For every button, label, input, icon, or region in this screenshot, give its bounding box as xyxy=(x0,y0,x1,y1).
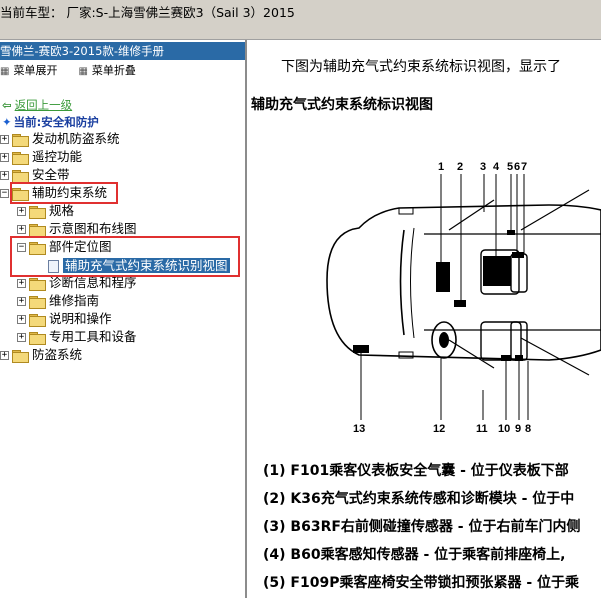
tree-item-label: 发动机防盗系统 xyxy=(32,131,120,146)
driver-belt-pretensioner xyxy=(515,355,523,361)
content-panel: 下图为辅助充气式约束系统标识视图，显示了 辅助充气式约束系统标识视图 1 2 3… xyxy=(249,40,601,598)
folder-icon xyxy=(12,151,29,165)
tree-item-label: 规格 xyxy=(49,203,75,218)
tree-item-label: 说明和操作 xyxy=(49,311,112,326)
driver-seat xyxy=(480,321,522,361)
seatbelt-buckle xyxy=(512,252,524,258)
folder-icon xyxy=(29,277,46,291)
folder-icon xyxy=(29,205,46,219)
tree-item-description-operation[interactable]: + 说明和操作 xyxy=(17,310,112,328)
back-link-label: 返回上一级 xyxy=(14,98,73,112)
mirror xyxy=(398,207,414,215)
callout-3: 3 xyxy=(480,161,486,173)
callout-1: 1 xyxy=(438,161,444,173)
location-pin-icon: ✦ xyxy=(2,115,12,129)
vehicle-title: 当前车型： 厂家:S-上海雪佛兰赛欧3（Sail 3）2015 xyxy=(0,5,295,20)
tree-item-label: 诊断信息和程序 xyxy=(49,275,137,290)
tree-item-remote-functions[interactable]: + 遥控功能 xyxy=(0,148,82,166)
tree-item-label: 遥控功能 xyxy=(32,149,83,164)
back-arrow-icon: ⇦ xyxy=(2,98,12,112)
current-section-label: 当前:安全和防护 xyxy=(13,115,99,129)
callout-2: 2 xyxy=(457,161,463,173)
callout-5: 5 xyxy=(507,161,513,173)
car-body-outline xyxy=(326,204,601,361)
expand-toggle[interactable]: + xyxy=(17,333,26,342)
expand-toggle[interactable]: + xyxy=(0,153,9,162)
windshield xyxy=(399,229,405,336)
navigation-panel: 雪佛兰-赛欧3-2015款-维修手册 ▦ 菜单展开 ▦ 菜单折叠 ⇦ 返回上一级 ✦ 当… xyxy=(0,40,247,598)
grid-icon: ▦ xyxy=(78,66,88,77)
tree-item-label: 专用工具和设备 xyxy=(49,329,137,344)
tree-item-special-tools[interactable]: + 专用工具和设备 xyxy=(17,328,137,346)
driver-belt-buckle xyxy=(501,355,511,361)
srs-location-diagram: 1 2 3 4 5 6 7 9 8 10 11 12 13 xyxy=(326,161,601,435)
sdm-module xyxy=(454,300,466,307)
passenger-airbag-module xyxy=(436,262,450,292)
intro-text: 下图为辅助充气式约束系统标识视图，显示了 xyxy=(281,59,561,75)
legend-item: (5) F109P乘客座椅安全带锁扣预张紧器 - 位于乘 xyxy=(263,575,580,591)
windshield-inner xyxy=(410,227,415,339)
menu-collapse-label: 菜单折叠 xyxy=(91,64,136,77)
expand-toggle[interactable]: + xyxy=(17,315,26,324)
highlight-box-srs xyxy=(10,182,118,204)
expand-toggle[interactable]: + xyxy=(17,225,26,234)
tree-item-repair-instructions[interactable]: + 维修指南 xyxy=(17,292,99,310)
manual-header: 雪佛兰-赛欧3-2015款-维修手册 xyxy=(0,42,245,60)
tree-item-anti-theft[interactable]: + 防盗系统 xyxy=(0,346,82,364)
tree-item-label: 安全带 xyxy=(32,167,70,182)
callout-10: 10 xyxy=(498,423,510,435)
back-link[interactable]: ⇦ 返回上一级 xyxy=(2,97,72,113)
folder-icon xyxy=(29,313,46,327)
side-sensor xyxy=(507,230,515,235)
expand-toggle[interactable]: + xyxy=(0,135,9,144)
tree-item-label: 防盗系统 xyxy=(32,347,83,362)
menu-expand-button[interactable]: ▦ 菜单展开 xyxy=(0,62,57,81)
callout-13: 13 xyxy=(353,423,365,435)
door-line xyxy=(448,199,495,231)
grid-icon: ▦ xyxy=(0,66,10,77)
menu-collapse-button[interactable]: ▦ 菜单折叠 xyxy=(78,62,135,81)
highlight-box-component-locator xyxy=(10,236,240,277)
front-impact-sensor xyxy=(353,345,369,353)
tree-item-label: 示意图和布线图 xyxy=(49,221,137,236)
tree-item-engine-immobilizer[interactable]: + 发动机防盗系统 xyxy=(0,130,120,148)
callout-6: 6 xyxy=(514,161,520,173)
menu-bar: ▦ 菜单展开 ▦ 菜单折叠 xyxy=(0,62,136,80)
legend-item: (1) F101乘客仪表板安全气囊 - 位于仪表板下部 xyxy=(263,463,569,479)
callout-7: 7 xyxy=(521,161,527,173)
driver-airbag xyxy=(439,332,449,348)
folder-icon xyxy=(12,133,29,147)
tree-item-label: 维修指南 xyxy=(49,293,100,308)
callout-4: 4 xyxy=(493,161,500,173)
title-bar: 当前车型： 厂家:S-上海雪佛兰赛欧3（Sail 3）2015 xyxy=(0,0,601,40)
expand-toggle[interactable]: + xyxy=(17,297,26,306)
collapse-toggle[interactable]: − xyxy=(0,189,9,198)
callout-9: 9 xyxy=(515,423,521,435)
expand-toggle[interactable]: + xyxy=(0,171,9,180)
callout-8: 8 xyxy=(525,423,531,435)
expand-toggle[interactable]: + xyxy=(17,279,26,288)
current-section: ✦ 当前:安全和防护 xyxy=(2,114,99,130)
folder-icon xyxy=(12,349,29,363)
folder-icon xyxy=(29,223,46,237)
callout-12: 12 xyxy=(433,423,445,435)
door-line xyxy=(520,189,590,231)
callout-11: 11 xyxy=(476,423,488,435)
legend-item: (2) K36充气式约束系统传感和诊断模块 - 位于中 xyxy=(263,491,575,507)
menu-expand-label: 菜单展开 xyxy=(13,64,58,77)
expand-toggle[interactable]: + xyxy=(0,351,9,360)
folder-icon xyxy=(29,331,46,345)
folder-icon xyxy=(29,295,46,309)
tree-item-specifications[interactable]: + 规格 xyxy=(17,202,74,220)
legend-item: (4) B60乘客感知传感器 - 位于乘客前排座椅上, xyxy=(263,547,566,563)
driver-seat-back xyxy=(510,321,528,361)
legend-item: (3) B63RF右前侧碰撞传感器 - 位于右前车门内侧 xyxy=(263,519,581,535)
passenger-presence-sensor xyxy=(483,256,511,286)
expand-toggle[interactable]: + xyxy=(17,207,26,216)
folder-icon xyxy=(12,169,29,183)
section-title: 辅助充气式约束系统标识视图 xyxy=(251,97,433,113)
